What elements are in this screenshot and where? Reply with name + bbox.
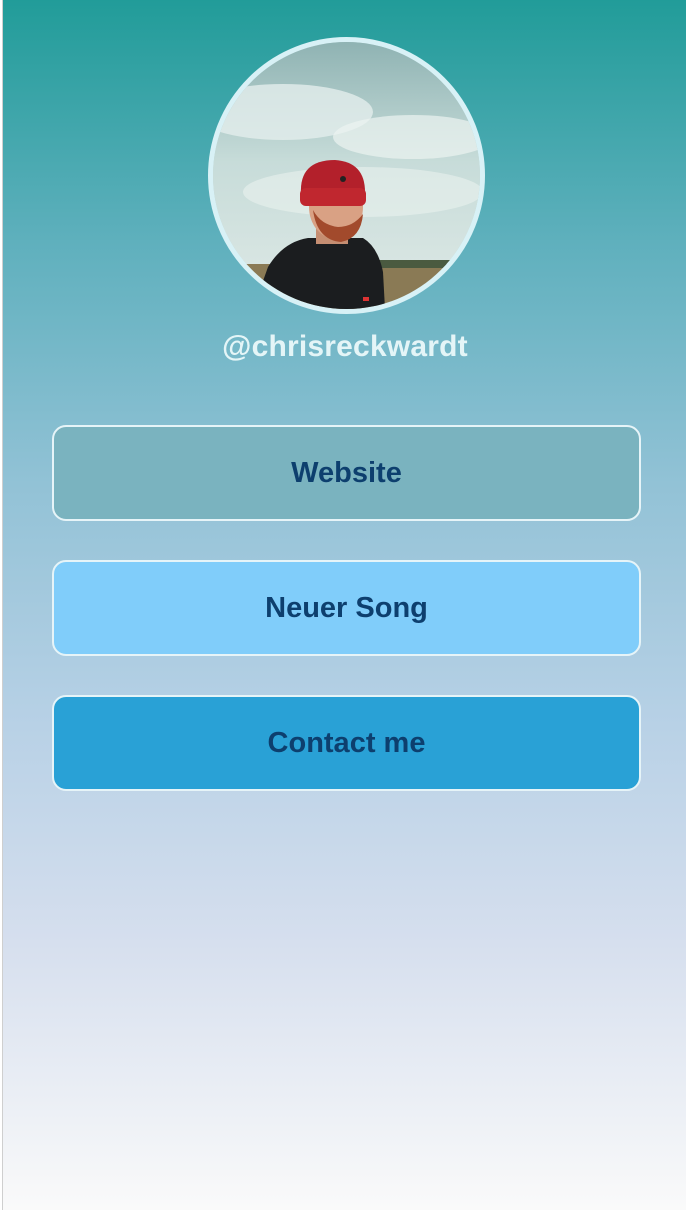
avatar: [208, 37, 485, 314]
profile-photo: [213, 42, 480, 309]
website-button[interactable]: Website: [52, 425, 641, 521]
new-song-button[interactable]: Neuer Song: [52, 560, 641, 656]
contact-me-button[interactable]: Contact me: [52, 695, 641, 791]
profile-handle: @chrisreckwardt: [222, 330, 468, 363]
profile-page: @chrisreckwardt Website Neuer Song Conta…: [2, 0, 686, 1210]
